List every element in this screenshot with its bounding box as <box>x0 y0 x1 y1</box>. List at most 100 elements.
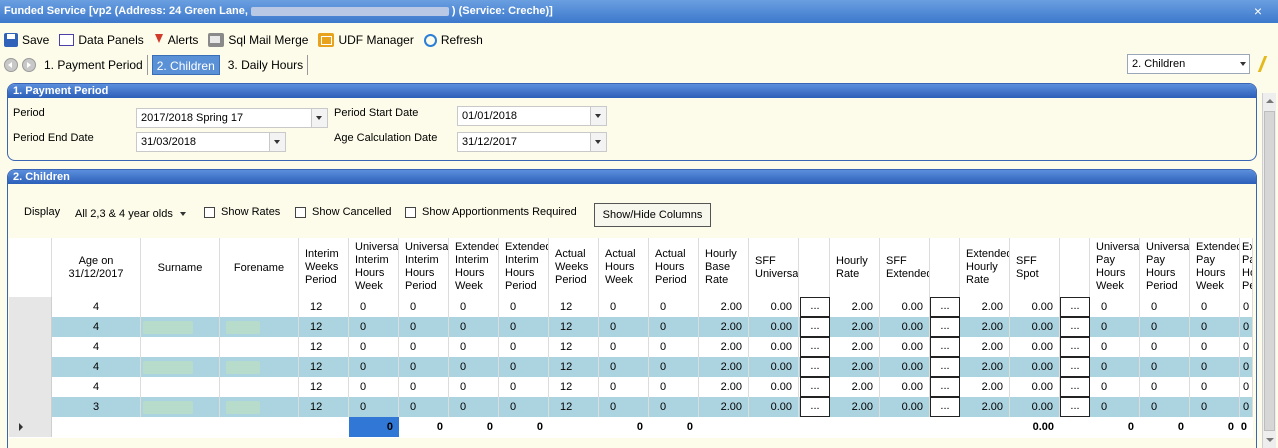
extended-details-button[interactable]: ... <box>930 377 960 397</box>
cell-universal-pay-period[interactable]: 0 <box>1140 377 1190 397</box>
universal-details-button[interactable]: ... <box>800 337 830 357</box>
col-universal-interim-week[interactable]: Universal Interim Hours Week <box>349 238 399 297</box>
cell-extended-hourly-rate[interactable]: 2.00 <box>960 357 1010 377</box>
cell-actual-weeks[interactable]: 12 <box>549 397 599 417</box>
cell-extended-pay-period[interactable]: 0 <box>1240 297 1253 317</box>
table-row[interactable]: 4 12 0 0 0 0 12 0 0 2.00 0.00 2.00 0.00 2.00 0.00 0 0 0 0.… <box>9 357 1253 377</box>
cell-hourly-rate[interactable]: 2.00 <box>830 357 880 377</box>
cell-sff-spot[interactable]: 0.00 <box>1010 317 1060 337</box>
col-actual-weeks[interactable]: Actual Weeks Period <box>549 238 599 297</box>
cell-age[interactable]: 4 <box>52 297 141 317</box>
cell-extended-pay-week[interactable]: 0 <box>1190 397 1240 417</box>
alerts-button[interactable]: Alerts <box>154 33 198 47</box>
cell-extended-hourly-rate[interactable]: 2.00 <box>960 397 1010 417</box>
cell-sff-extended[interactable]: 0.00 <box>880 297 930 317</box>
cell-extended-interim-period[interactable]: 0 <box>499 377 549 397</box>
col-universal-pay-week[interactable]: Universal Pay Hours Week <box>1090 238 1140 297</box>
cell-actual-hours-week[interactable]: 0 <box>599 317 649 337</box>
col-forename[interactable]: Forename <box>220 238 299 297</box>
col-extended-pay-period[interactable]: Extended Pay Hours Period <box>1240 238 1253 297</box>
cell-extended-pay-week[interactable]: 0 <box>1190 337 1240 357</box>
cell-universal-interim-period[interactable]: 0 <box>399 337 449 357</box>
col-extended-hourly-rate[interactable]: Extended Hourly Rate <box>960 238 1010 297</box>
universal-details-button[interactable]: ... <box>800 377 830 397</box>
cell-forename[interactable] <box>220 397 299 417</box>
col-actual-hours-week[interactable]: Actual Hours Week <box>599 238 649 297</box>
table-row[interactable]: 4 12 0 0 0 0 12 0 0 2.00 0.00 2.00 0.00 2.00 0.00 0 0 0 0.… <box>9 337 1253 357</box>
cell-actual-hours-period[interactable]: 0 <box>649 337 699 357</box>
table-row[interactable]: 4 12 0 0 0 0 12 0 0 2.00 0.00 2.00 0.00 2.00 0.00 0 0 0 0.… <box>9 317 1253 337</box>
total-universal-interim-week[interactable]: 0 <box>349 417 399 437</box>
cell-sff-universal[interactable]: 0.00 <box>749 317 799 337</box>
back-icon[interactable] <box>4 57 18 72</box>
col-hourly-base-rate[interactable]: Hourly Base Rate <box>699 238 749 297</box>
lightning-icon[interactable] <box>1258 54 1272 74</box>
cell-forename[interactable] <box>220 317 299 337</box>
cell-universal-interim-period[interactable]: 0 <box>399 317 449 337</box>
cell-extended-hourly-rate[interactable]: 2.00 <box>960 297 1010 317</box>
table-row[interactable]: 4 12 0 0 0 0 12 0 0 2.00 0.00 2.00 0.00 2.00 0.00 0 0 0 0.… <box>9 297 1253 317</box>
cell-surname[interactable] <box>141 297 220 317</box>
cell-sff-universal[interactable]: 0.00 <box>749 337 799 357</box>
cell-universal-pay-week[interactable]: 0 <box>1090 337 1140 357</box>
cell-hourly-rate[interactable]: 2.00 <box>830 377 880 397</box>
cell-sff-extended[interactable]: 0.00 <box>880 397 930 417</box>
col-age[interactable]: Age on 31/12/2017 <box>52 238 141 297</box>
cell-sff-universal[interactable]: 0.00 <box>749 377 799 397</box>
cell-interim-weeks[interactable]: 12 <box>299 297 349 317</box>
cell-hourly-base-rate[interactable]: 2.00 <box>699 357 749 377</box>
cell-extended-pay-week[interactable]: 0 <box>1190 377 1240 397</box>
cell-actual-hours-period[interactable]: 0 <box>649 317 699 337</box>
cell-universal-interim-week[interactable]: 0 <box>349 377 399 397</box>
cell-sff-universal[interactable]: 0.00 <box>749 297 799 317</box>
cell-universal-pay-period[interactable]: 0 <box>1140 297 1190 317</box>
extended-details-button[interactable]: ... <box>930 397 960 417</box>
cell-interim-weeks[interactable]: 12 <box>299 377 349 397</box>
cell-universal-interim-period[interactable]: 0 <box>399 297 449 317</box>
extended-details-button[interactable]: ... <box>930 357 960 377</box>
cell-hourly-base-rate[interactable]: 2.00 <box>699 397 749 417</box>
col-extended-pay-week[interactable]: Extended Pay Hours Week <box>1190 238 1240 297</box>
cell-sff-extended[interactable]: 0.00 <box>880 357 930 377</box>
cell-surname[interactable] <box>141 317 220 337</box>
cell-extended-interim-week[interactable]: 0 <box>449 377 499 397</box>
col-universal-pay-period[interactable]: Universal Pay Hours Period <box>1140 238 1190 297</box>
cell-surname[interactable] <box>141 397 220 417</box>
cell-age[interactable]: 4 <box>52 357 141 377</box>
cell-extended-interim-period[interactable]: 0 <box>499 317 549 337</box>
period-start-field[interactable]: 01/01/2018 <box>457 106 607 126</box>
cell-sff-extended[interactable]: 0.00 <box>880 317 930 337</box>
cell-actual-hours-week[interactable]: 0 <box>599 357 649 377</box>
cell-universal-pay-period[interactable]: 0 <box>1140 397 1190 417</box>
cell-universal-interim-week[interactable]: 0 <box>349 357 399 377</box>
tab-payment-period[interactable]: 1. Payment Period <box>40 54 148 75</box>
col-hourly-rate[interactable]: Hourly Rate <box>830 238 880 297</box>
col-sff-extended[interactable]: SFF Extended <box>880 238 930 297</box>
table-row[interactable]: 3 12 0 0 0 0 12 0 0 2.00 0.00 2.00 0.00 2.00 0.00 0 0 0 0.… <box>9 397 1253 417</box>
cell-forename[interactable] <box>220 297 299 317</box>
spot-details-button[interactable]: ... <box>1060 297 1090 317</box>
cell-sff-spot[interactable]: 0.00 <box>1010 337 1060 357</box>
spot-details-button[interactable]: ... <box>1060 397 1090 417</box>
tab-children[interactable]: 2. Children <box>151 54 220 75</box>
scroll-thumb[interactable] <box>1264 111 1275 431</box>
scroll-down-icon[interactable] <box>1266 438 1274 442</box>
cell-actual-hours-week[interactable]: 0 <box>599 377 649 397</box>
row-selector[interactable] <box>9 337 52 357</box>
cell-extended-pay-period[interactable]: 0 <box>1240 357 1253 377</box>
cell-forename[interactable] <box>220 337 299 357</box>
data-panels-button[interactable]: Data Panels <box>59 33 144 47</box>
cell-interim-weeks[interactable]: 12 <box>299 397 349 417</box>
show-hide-columns-button[interactable]: Show/Hide Columns <box>594 203 711 227</box>
col-extended-interim-period[interactable]: Extended Interim Hours Period <box>499 238 549 297</box>
cell-extended-hourly-rate[interactable]: 2.00 <box>960 377 1010 397</box>
col-actual-hours-period[interactable]: Actual Hours Period <box>649 238 699 297</box>
cell-extended-pay-week[interactable]: 0 <box>1190 297 1240 317</box>
cell-universal-pay-week[interactable]: 0 <box>1090 357 1140 377</box>
cell-universal-pay-period[interactable]: 0 <box>1140 337 1190 357</box>
cell-extended-hourly-rate[interactable]: 2.00 <box>960 337 1010 357</box>
cell-hourly-rate[interactable]: 2.00 <box>830 297 880 317</box>
period-select[interactable]: 2017/2018 Spring 17 <box>136 108 328 128</box>
cell-universal-pay-week[interactable]: 0 <box>1090 317 1140 337</box>
period-end-field[interactable]: 31/03/2018 <box>136 132 286 152</box>
